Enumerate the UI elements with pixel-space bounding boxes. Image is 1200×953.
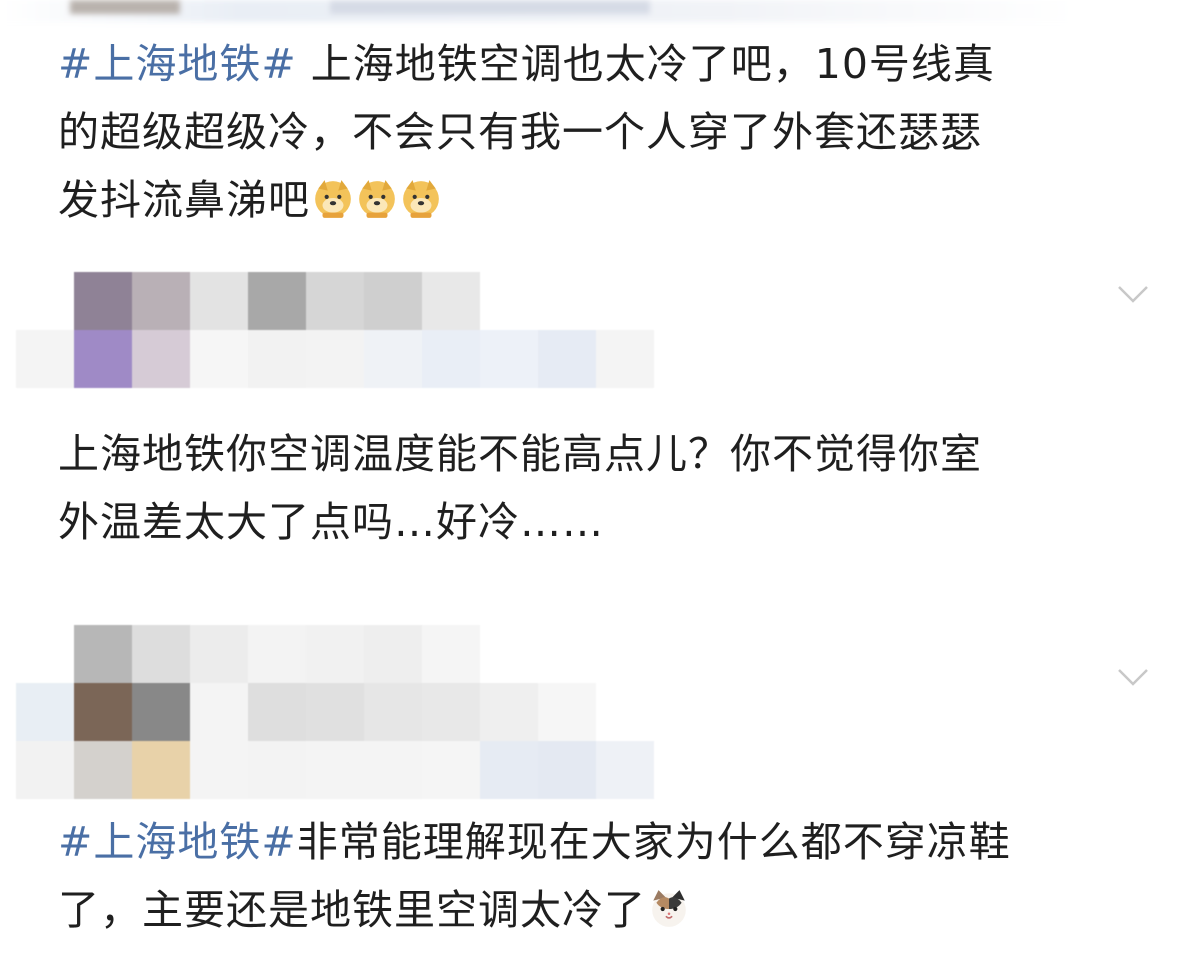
- chevron-down-icon[interactable]: [1115, 660, 1151, 696]
- post-1-text-segment: 发抖流鼻涕吧: [58, 176, 310, 224]
- post-2: 上海地铁你空调温度能不能高点儿？你不觉得你室 外温差太大了点吗…好冷……: [0, 420, 1200, 560]
- post-3-text: #上海地铁#非常能理解现在大家为什么都不穿凉鞋 了，主要还是地铁里空调太冷了: [58, 808, 1148, 944]
- post-1: #上海地铁# 上海地铁空调也太冷了吧，10号线真 的超级超级冷，不会只有我一个人…: [0, 30, 1200, 240]
- post-1-line-2: 的超级超级冷，不会只有我一个人穿了外套还瑟瑟: [58, 108, 982, 156]
- doge-emoji-icon: [315, 180, 351, 218]
- post-3-line-1: #上海地铁#非常能理解现在大家为什么都不穿凉鞋: [58, 808, 1148, 876]
- obscured-user-header-2: [16, 272, 712, 388]
- doge-emoji-icon: [359, 180, 395, 218]
- chevron-down-icon[interactable]: [1115, 277, 1151, 313]
- doge-emoji-icon: [403, 180, 439, 218]
- blurred-block: [70, 0, 180, 14]
- post-1-text-segment: 上海地铁空调也太冷了吧，10号线真: [296, 40, 995, 88]
- post-2-line-2: 外温差太大了点吗…好冷……: [58, 498, 604, 546]
- post-2-line-1: 上海地铁你空调温度能不能高点儿？你不觉得你室: [58, 430, 982, 478]
- post-1-line-1: #上海地铁# 上海地铁空调也太冷了吧，10号线真: [58, 30, 1148, 98]
- hashtag-link[interactable]: #上海地铁#: [58, 40, 297, 88]
- post-3-text-segment: 了，主要还是地铁里空调太冷了: [58, 886, 646, 934]
- post-2-text: 上海地铁你空调温度能不能高点儿？你不觉得你室 外温差太大了点吗…好冷……: [58, 420, 1148, 556]
- hashtag-link[interactable]: #上海地铁#: [58, 818, 297, 866]
- post-3-line-2: 了，主要还是地铁里空调太冷了: [58, 876, 1148, 944]
- blurred-previous-content: [0, 0, 1200, 22]
- cat-emoji-icon: [652, 890, 686, 927]
- blurred-block: [330, 0, 650, 14]
- post-3: #上海地铁#非常能理解现在大家为什么都不穿凉鞋 了，主要还是地铁里空调太冷了: [0, 808, 1200, 948]
- post-1-line-3: 发抖流鼻涕吧: [58, 166, 1148, 234]
- post-3-text-segment: 非常能理解现在大家为什么都不穿凉鞋: [296, 818, 1011, 866]
- post-1-text: #上海地铁# 上海地铁空调也太冷了吧，10号线真 的超级超级冷，不会只有我一个人…: [58, 30, 1148, 234]
- obscured-user-header-3: [16, 625, 712, 799]
